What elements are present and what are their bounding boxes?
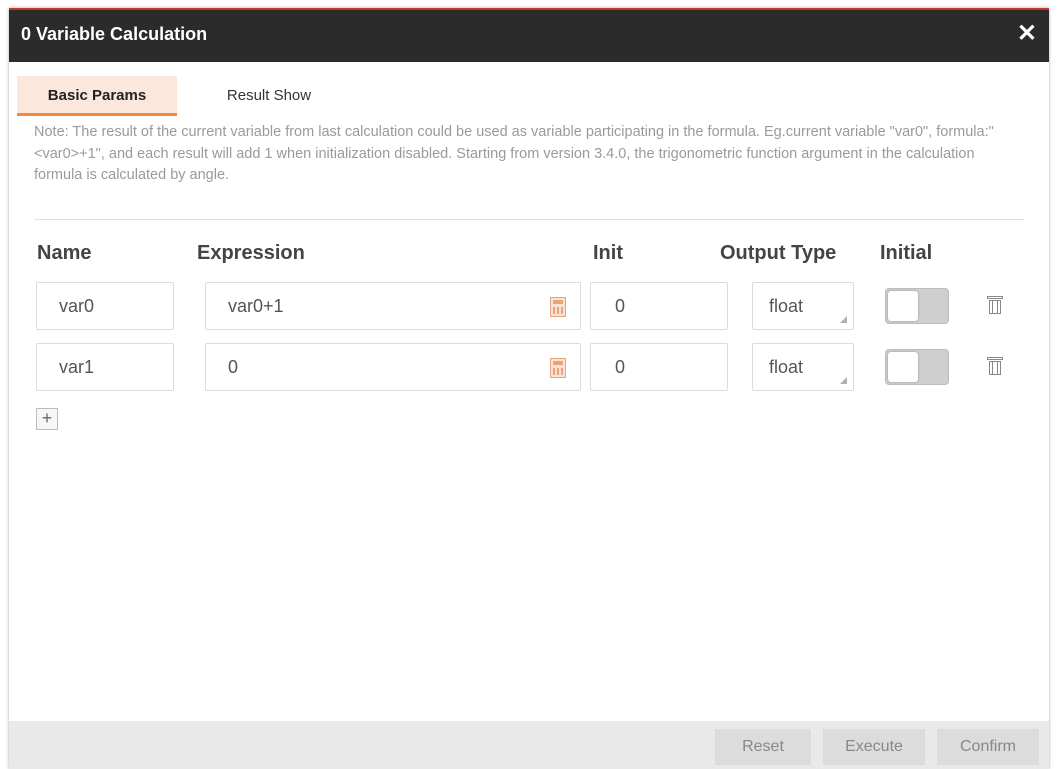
confirm-button[interactable]: Confirm [937, 729, 1039, 765]
trash-lid [987, 357, 1003, 360]
output-type-select[interactable]: float [752, 343, 854, 391]
column-header-init: Init [593, 242, 623, 264]
trash-icon[interactable] [987, 296, 1003, 314]
trash-lid [987, 296, 1003, 299]
calculator-icon[interactable] [550, 297, 566, 317]
initial-toggle[interactable] [885, 288, 949, 324]
trash-icon[interactable] [987, 357, 1003, 375]
tab-result-show[interactable]: Result Show [189, 76, 349, 116]
expression-field[interactable]: 0 [205, 343, 581, 391]
expression-field[interactable]: var0+1 [205, 282, 581, 330]
init-field[interactable]: 0 [590, 343, 728, 391]
column-header-expression: Expression [197, 242, 305, 264]
calculator-icon[interactable] [550, 358, 566, 378]
close-icon[interactable]: ✕ [1017, 21, 1037, 47]
column-header-name: Name [37, 242, 92, 264]
init-value: 0 [615, 357, 626, 377]
toggle-knob [888, 352, 918, 382]
column-header-initial: Initial [880, 242, 933, 264]
expression-value: var0+1 [228, 296, 284, 316]
column-header-output-type: Output Type [720, 242, 837, 264]
tab-bar: Basic Params Result Show [9, 62, 1049, 126]
plus-icon[interactable]: + [36, 408, 58, 430]
name-value: var1 [59, 357, 95, 377]
output-type-select[interactable]: float [752, 282, 854, 330]
name-field[interactable]: var1 [36, 343, 174, 391]
output-type-value: float [769, 357, 804, 377]
initial-toggle[interactable] [885, 349, 949, 385]
footer-bar: Reset Execute Confirm [9, 721, 1049, 769]
resize-corner-icon [840, 377, 847, 384]
expression-value: 0 [228, 357, 239, 377]
note-text: Note: The result of the current variable… [34, 124, 994, 183]
init-value: 0 [615, 296, 626, 316]
toggle-knob [888, 291, 918, 321]
init-field[interactable]: 0 [590, 282, 728, 330]
tab-basic-params[interactable]: Basic Params [17, 76, 177, 116]
variable-calculation-dialog: 0 Variable Calculation ✕ Basic Params Re… [9, 8, 1049, 769]
trash-bin [989, 361, 1001, 375]
divider [34, 219, 1024, 220]
name-field[interactable]: var0 [36, 282, 174, 330]
title-bar: 0 Variable Calculation ✕ [9, 8, 1049, 62]
trash-bin [989, 300, 1001, 314]
name-value: var0 [59, 296, 95, 316]
resize-corner-icon [840, 316, 847, 323]
execute-button[interactable]: Execute [823, 729, 925, 765]
dialog-title: 0 Variable Calculation [21, 24, 208, 44]
output-type-value: float [769, 296, 804, 316]
reset-button[interactable]: Reset [715, 729, 811, 765]
